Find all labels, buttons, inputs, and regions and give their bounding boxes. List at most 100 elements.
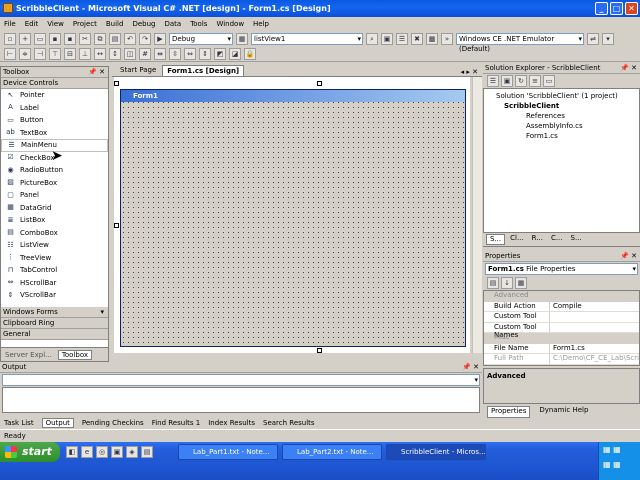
tab-output[interactable]: Output bbox=[41, 417, 74, 428]
build-icon[interactable]: ▦ bbox=[236, 32, 248, 45]
menu-project[interactable]: Project bbox=[73, 20, 97, 28]
toolbox-item-listview[interactable]: ☷ ListView bbox=[1, 239, 108, 252]
bring-to-front-icon[interactable]: ◩ bbox=[214, 47, 226, 60]
add-item-icon[interactable]: + bbox=[19, 32, 31, 45]
tree-solution[interactable]: Solution 'ScribbleClient' (1 project) bbox=[486, 91, 637, 101]
make-same-size-icon[interactable]: ◫ bbox=[124, 47, 136, 60]
solution-config-dropdown[interactable]: Debug bbox=[169, 32, 233, 45]
send-to-back-icon[interactable]: ◪ bbox=[229, 47, 241, 60]
properties-object-dropdown[interactable]: Form1.cs File Properties bbox=[485, 263, 638, 275]
tree-assemblyinfo[interactable]: AssemblyInfo.cs bbox=[486, 121, 637, 131]
tab-form1-design[interactable]: Form1.cs [Design] bbox=[162, 65, 245, 76]
tab-resource-view[interactable]: R... bbox=[529, 234, 546, 245]
quicklaunch-icon[interactable]: e bbox=[81, 446, 93, 458]
menu-help[interactable]: Help bbox=[253, 20, 269, 28]
taskbar-item-notepad1[interactable]: Lab_Part1.txt - Note... bbox=[178, 444, 278, 460]
toolbox-item-textbox[interactable]: ab TextBox bbox=[1, 127, 108, 140]
center-horizontally-icon[interactable]: ⇔ bbox=[184, 47, 196, 60]
output-text[interactable] bbox=[2, 387, 480, 413]
lock-controls-icon[interactable]: 🔒 bbox=[244, 47, 256, 60]
find-icon[interactable]: ⌕ bbox=[366, 32, 378, 45]
menu-edit[interactable]: Edit bbox=[25, 20, 39, 28]
toolbox-item-button[interactable]: ▭ Button bbox=[1, 114, 108, 127]
tree-references[interactable]: References bbox=[486, 111, 637, 121]
pin-icon[interactable]: 📌 ✕ bbox=[620, 63, 637, 73]
make-same-width-icon[interactable]: ↔ bbox=[94, 47, 106, 60]
tab-class-view[interactable]: Cl... bbox=[507, 234, 527, 245]
quicklaunch-icon[interactable]: ◎ bbox=[96, 446, 108, 458]
platform-dropdown[interactable]: Windows CE .NET Emulator (Default) bbox=[456, 32, 584, 53]
connect-device-icon[interactable]: ⇌ bbox=[587, 32, 599, 45]
view-code-icon[interactable]: ≡ bbox=[529, 75, 541, 87]
class-view-icon[interactable]: ▩ bbox=[426, 32, 438, 45]
property-category[interactable]: Advanced bbox=[484, 291, 639, 302]
save-all-icon[interactable]: ▪ bbox=[64, 32, 76, 45]
menu-tools[interactable]: Tools bbox=[190, 20, 207, 28]
tab-dynamic-help[interactable]: Dynamic Help bbox=[536, 406, 591, 418]
property-row[interactable]: Full Path C:\Demo\CF_CE_Lab\Scri bbox=[484, 354, 639, 365]
quicklaunch-icon[interactable]: ◧ bbox=[66, 446, 78, 458]
toolbox-item-radiobutton[interactable]: ◉ RadioButton bbox=[1, 164, 108, 177]
toolbox-item-treeview[interactable]: ⋮ TreeView bbox=[1, 252, 108, 265]
toolbox-item-label[interactable]: A Label bbox=[1, 102, 108, 115]
property-pages-icon[interactable]: ▦ bbox=[515, 277, 527, 289]
tab-start-page[interactable]: Start Page bbox=[116, 65, 160, 76]
taskbar-item-notepad2[interactable]: Lab_Part2.txt - Note... bbox=[282, 444, 382, 460]
more-icon[interactable]: » bbox=[441, 32, 453, 45]
tab-nav-icon[interactable]: ◂ ▸ ✕ bbox=[461, 68, 482, 76]
paste-icon[interactable]: ▤ bbox=[109, 32, 121, 45]
tray-icon[interactable]: ▦ ▦ bbox=[603, 460, 621, 469]
toolbox-item-vscrollbar[interactable]: ⇕ VScrollBar bbox=[1, 289, 108, 302]
property-category[interactable]: Misc bbox=[484, 333, 639, 344]
tree-project[interactable]: ScribbleClient bbox=[486, 101, 637, 111]
toolbox-item-picturebox[interactable]: ▨ PictureBox bbox=[1, 177, 108, 190]
make-same-height-icon[interactable]: ↕ bbox=[109, 47, 121, 60]
toolbox-group-device-controls[interactable]: Device Controls bbox=[1, 78, 108, 89]
property-row[interactable]: Custom Tool Names bbox=[484, 322, 639, 339]
menu-data[interactable]: Data bbox=[164, 20, 181, 28]
solution-explorer-icon[interactable]: ▣ bbox=[381, 32, 393, 45]
pin-icon[interactable]: 📌 ✕ bbox=[462, 362, 479, 372]
start-button[interactable]: start bbox=[0, 442, 60, 462]
undo-icon[interactable]: ↶ bbox=[124, 32, 136, 45]
options-icon[interactable]: ▾ bbox=[602, 32, 614, 45]
tab-properties[interactable]: Properties bbox=[487, 405, 531, 418]
cut-icon[interactable]: ✂ bbox=[79, 32, 91, 45]
pin-icon[interactable]: 📌 ✕ bbox=[620, 251, 637, 261]
redo-icon[interactable]: ↷ bbox=[139, 32, 151, 45]
tab-pending-checkins[interactable]: Pending Checkins bbox=[82, 419, 144, 427]
tab-index-results[interactable]: Index Results bbox=[208, 419, 255, 427]
output-source-dropdown[interactable] bbox=[2, 374, 480, 386]
properties-icon[interactable]: ☰ bbox=[487, 75, 499, 87]
form-designer-surface[interactable]: Form1 bbox=[120, 89, 466, 347]
show-all-files-icon[interactable]: ▣ bbox=[501, 75, 513, 87]
property-row[interactable]: Build Action Compile bbox=[484, 301, 639, 312]
categorized-icon[interactable]: ▤ bbox=[487, 277, 499, 289]
minimize-button[interactable]: _ bbox=[595, 2, 608, 15]
property-row[interactable]: Custom Tool bbox=[484, 312, 639, 323]
menu-build[interactable]: Build bbox=[106, 20, 124, 28]
close-button[interactable]: ✕ bbox=[625, 2, 638, 15]
vertical-spacing-icon[interactable]: ⇳ bbox=[169, 47, 181, 60]
menu-debug[interactable]: Debug bbox=[132, 20, 155, 28]
resize-handle[interactable] bbox=[114, 81, 119, 86]
refresh-icon[interactable]: ↻ bbox=[515, 75, 527, 87]
align-to-grid-icon[interactable]: # bbox=[139, 47, 151, 60]
open-icon[interactable]: ▭ bbox=[34, 32, 46, 45]
tree-form1[interactable]: Form1.cs bbox=[486, 131, 637, 141]
resize-handle[interactable] bbox=[114, 223, 119, 228]
save-icon[interactable]: ▪ bbox=[49, 32, 61, 45]
align-rights-icon[interactable]: ⊣ bbox=[34, 47, 46, 60]
tab-search[interactable]: S... bbox=[568, 234, 585, 245]
toolbox-group-windows-forms[interactable]: Windows Forms ▾ bbox=[1, 306, 108, 318]
toolbox-item-pointer[interactable]: ↖ Pointer bbox=[1, 89, 108, 102]
resize-handle[interactable] bbox=[317, 81, 322, 86]
alphabetical-icon[interactable]: ↓ bbox=[501, 277, 513, 289]
align-lefts-icon[interactable]: ⊢ bbox=[4, 47, 16, 60]
center-vertically-icon[interactable]: ⇕ bbox=[199, 47, 211, 60]
tab-server-explorer[interactable]: Server Expl... bbox=[5, 351, 52, 359]
align-middles-icon[interactable]: ⊟ bbox=[64, 47, 76, 60]
properties-icon[interactable]: ☰ bbox=[396, 32, 408, 45]
toolbox-item-datagrid[interactable]: ▦ DataGrid bbox=[1, 202, 108, 215]
toolbox-item-listbox[interactable]: ≣ ListBox bbox=[1, 214, 108, 227]
